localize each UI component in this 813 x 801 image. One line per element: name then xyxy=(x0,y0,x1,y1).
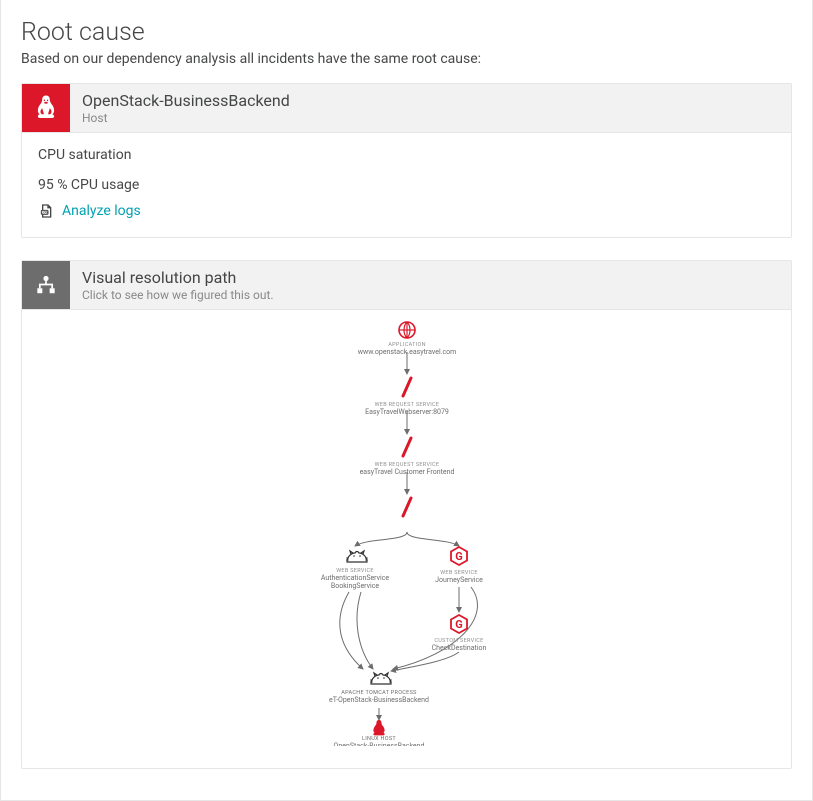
root-cause-entity-type: Host xyxy=(82,111,290,125)
svg-text:eT-OpenStack-BusinessBackend: eT-OpenStack-BusinessBackend xyxy=(329,696,429,704)
root-cause-entity-name: OpenStack-BusinessBackend xyxy=(82,91,290,110)
root-cause-header[interactable]: OpenStack-BusinessBackend Host xyxy=(22,84,791,133)
finding-title: CPU saturation xyxy=(38,147,775,163)
analyze-logs-link[interactable]: Analyze logs xyxy=(62,203,141,219)
node-webrequest-1[interactable]: WEB REQUEST SERVICE EasyTravelWebserver:… xyxy=(365,378,449,416)
path-graph-icon xyxy=(22,261,70,309)
svg-text:JourneyService: JourneyService xyxy=(435,576,483,584)
svg-text:G: G xyxy=(455,618,463,631)
node-linux-host[interactable]: LINUX HOST OpenStack-BusinessBackend xyxy=(333,720,424,746)
page-subtitle: Based on our dependency analysis all inc… xyxy=(21,51,792,67)
svg-text:EasyTravelWebserver:8079: EasyTravelWebserver:8079 xyxy=(365,408,449,416)
linux-host-icon xyxy=(22,84,70,132)
visual-resolution-header[interactable]: Visual resolution path Click to see how … xyxy=(22,261,791,310)
node-application[interactable]: APPLICATION www.openstack.easytravel.com xyxy=(357,322,456,356)
svg-text:www.openstack.easytravel.com: www.openstack.easytravel.com xyxy=(357,348,456,356)
node-check-destination[interactable]: G CUSTOM SERVICE CheckDestination xyxy=(431,615,486,652)
resolution-graph[interactable]: APPLICATION www.openstack.easytravel.com… xyxy=(22,310,791,768)
svg-text:CheckDestination: CheckDestination xyxy=(431,644,486,652)
visual-resolution-panel: Visual resolution path Click to see how … xyxy=(21,260,792,769)
svg-text:easyTravel Customer Frontend: easyTravel Customer Frontend xyxy=(359,468,454,476)
visual-resolution-title: Visual resolution path xyxy=(82,268,274,287)
node-auth-booking-service[interactable]: WEB SERVICE AuthenticationService Bookin… xyxy=(320,551,388,590)
node-webrequest-2[interactable]: WEB REQUEST SERVICE easyTravel Customer … xyxy=(359,438,454,476)
root-cause-panel: OpenStack-BusinessBackend Host CPU satur… xyxy=(21,83,792,238)
finding-value: 95 % CPU usage xyxy=(38,177,775,193)
log-file-icon: LOG xyxy=(38,203,54,219)
node-tomcat-process[interactable]: APACHE TOMCAT PROCESS eT-OpenStack-Busin… xyxy=(329,673,429,704)
visual-resolution-subtitle: Click to see how we figured this out. xyxy=(82,288,274,302)
svg-text:G: G xyxy=(455,550,463,563)
svg-text:BookingService: BookingService xyxy=(330,582,378,590)
svg-text:LOG: LOG xyxy=(42,211,49,215)
svg-text:AuthenticationService: AuthenticationService xyxy=(320,574,388,582)
node-journey-service[interactable]: G WEB SERVICE JourneyService xyxy=(435,547,483,584)
svg-text:OpenStack-BusinessBackend: OpenStack-BusinessBackend xyxy=(333,742,424,746)
page-title: Root cause xyxy=(21,18,792,47)
